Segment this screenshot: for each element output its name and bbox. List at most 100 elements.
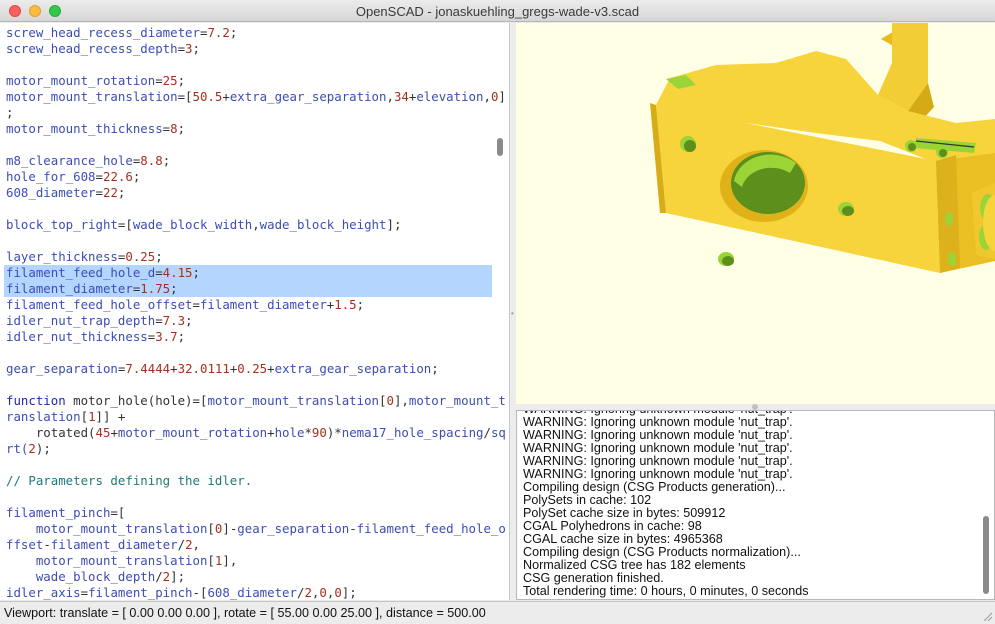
code-token: 2 [28,441,36,456]
code-token: 45 [95,425,111,440]
code-token: 1.75 [140,281,171,296]
code-line[interactable]: function motor_hole(hole)=[motor_mount_t… [6,393,506,409]
code-token: motor_mount_t [408,393,506,408]
code-line[interactable]: ; [6,105,492,121]
code-line[interactable]: 608_diameter=22; [6,185,492,201]
status-bar: Viewport: translate = [ 0.00 0.00 0.00 ]… [0,601,995,624]
code-line[interactable]: motor_mount_translation[1], [6,553,492,569]
code-line[interactable]: gear_separation=7.4444+32.0111+0.25+extr… [6,361,492,377]
code-token: block_top_right [6,217,118,232]
code-token: 0 [319,585,327,600]
code-token: hole_for_608 [6,169,96,184]
code-token: , [386,89,394,104]
console-scrollbar[interactable] [980,411,992,599]
code-line[interactable]: screw_head_recess_diameter=7.2; [6,25,492,41]
code-token: wade_block_width [132,217,253,232]
code-line[interactable] [6,489,492,505]
code-token: filament_diameter [6,281,133,296]
code-token: wade_block_height [259,217,387,232]
code-token: + [267,425,275,440]
code-token: + [267,361,275,376]
code-line[interactable] [6,233,492,249]
code-line[interactable] [6,57,492,73]
code-line[interactable]: rt(2); [6,441,492,457]
code-line[interactable]: screw_head_recess_depth=3; [6,41,492,57]
code-token: 8 [170,121,178,136]
code-line[interactable]: wade_block_depth/2]; [6,569,492,585]
editor-scrollbar[interactable] [493,23,507,600]
code-line[interactable]: block_top_right=[wade_block_width,wade_b… [6,217,492,233]
code-token: 22.6 [103,169,133,184]
code-token: )* [326,425,342,440]
code-editor[interactable]: screw_head_recess_diameter=7.2; screw_hea… [0,23,510,600]
code-line[interactable]: filament_pinch=[ [6,505,492,521]
code-token: = [162,121,171,136]
code-line[interactable]: motor_mount_thickness=8; [6,121,492,137]
code-token: filament_pinch [88,585,193,600]
code-token: rt( [6,441,29,456]
code-token: function [6,393,66,408]
code-line[interactable]: idler_nut_thickness=3.7; [6,329,492,345]
code-token: ; [192,41,200,56]
code-token: 0 [334,585,342,600]
code-token: rotated( [6,425,96,440]
3d-viewport[interactable] [516,23,995,404]
code-token: 25 [162,73,178,88]
code-token: 7.3 [162,313,186,328]
editor-scrollbar-thumb[interactable] [497,138,503,156]
code-token: / [155,569,163,584]
code-token: + [170,361,178,376]
code-line[interactable]: m8_clearance_hole=8.8; [6,153,492,169]
code-line[interactable] [6,345,492,361]
code-token: motor_mount_rotation [6,73,156,88]
code-line[interactable] [6,137,492,153]
code-line[interactable]: motor_mount_rotation=25; [6,73,492,89]
code-token: 50.5 [192,89,223,104]
code-line[interactable]: filament_feed_hole_d=4.15; [4,265,492,281]
code-line[interactable] [6,457,492,473]
code-token: idler_axis [6,585,81,600]
code-token: motor_mount_translation [6,89,178,104]
code-line[interactable]: ffset-filament_diameter/2, [6,537,492,553]
code-line[interactable]: motor_mount_translation=[50.5+extra_gear… [6,89,506,105]
code-token: screw_head_recess_depth [6,41,178,56]
code-token: 0.25 [237,361,268,376]
model-render [650,23,995,273]
code-line[interactable] [6,377,492,393]
console-output: WARNING: Ignoring unknown module 'nut_tr… [523,411,809,598]
code-line[interactable]: idler_nut_trap_depth=7.3; [6,313,492,329]
code-line[interactable]: idler_axis=filament_pinch-[608_diameter/… [6,585,492,600]
code-line[interactable]: filament_diameter=1.75; [4,281,492,297]
console-scrollbar-thumb[interactable] [983,516,989,594]
code-token: motor_mount_translation [6,553,208,568]
code-token: + [222,89,230,104]
code-token: 34 [393,89,409,104]
editor-text[interactable]: screw_head_recess_diameter=7.2; screw_hea… [4,25,506,600]
code-line[interactable]: layer_thickness=0.25; [6,249,492,265]
code-line[interactable]: // Parameters defining the idler. [6,473,492,489]
code-token: filament_pinch [6,505,111,520]
code-token: =[ [177,89,193,104]
code-token: * [304,425,312,440]
code-token: ], [222,553,238,568]
code-token: =[ [110,505,126,520]
code-token: ; [117,185,126,200]
code-line[interactable]: hole_for_608=22.6; [6,169,492,185]
code-token: [ [207,553,215,568]
code-line[interactable]: rotated(45+motor_mount_rotation+hole*90)… [6,425,506,441]
code-line[interactable]: filament_feed_hole_offset=filament_diame… [6,297,492,313]
code-token: - [349,521,357,536]
code-token: filament_diameter [50,537,178,552]
code-line[interactable]: ranslation[1]] + [6,409,492,425]
code-line[interactable] [6,201,492,217]
code-token: hole [274,425,305,440]
code-token: -[ [192,585,208,600]
resize-grip-icon[interactable] [982,611,992,621]
code-token: ; [356,297,365,312]
code-token: filament_diameter [199,297,327,312]
code-line[interactable]: motor_mount_translation[0]-gear_separati… [6,521,506,537]
console-panel[interactable]: WARNING: Ignoring unknown module 'nut_tr… [516,410,995,600]
code-token: ; [177,73,186,88]
code-token: wade_block_depth [6,569,156,584]
title-bar: OpenSCAD - jonaskuehling_gregs-wade-v3.s… [0,0,995,22]
